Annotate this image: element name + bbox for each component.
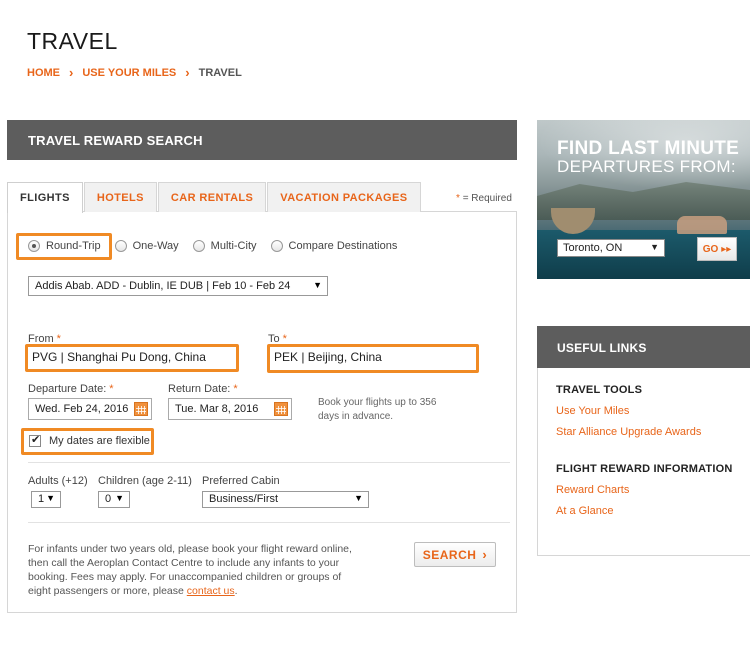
trip-type-one-way[interactable]: One-Way <box>114 240 179 252</box>
cabin-label: Preferred Cabin <box>202 475 280 487</box>
flight-reward-info-title: FLIGHT REWARD INFORMATION <box>556 463 733 475</box>
breadcrumb: HOME › USE YOUR MILES › TRAVEL <box>27 66 242 79</box>
breadcrumb-use-your-miles[interactable]: USE YOUR MILES <box>82 67 176 79</box>
adults-value: 1 <box>38 493 45 505</box>
link-reward-charts[interactable]: Reward Charts <box>556 484 629 496</box>
search-panel-header: TRAVEL REWARD SEARCH <box>7 120 517 160</box>
link-star-alliance-upgrade-awards[interactable]: Star Alliance Upgrade Awards <box>556 426 701 438</box>
breadcrumb-current: TRAVEL <box>198 66 242 79</box>
double-chevron-right-icon: ▸▸ <box>721 243 732 255</box>
promo-people <box>677 216 727 234</box>
dropdown-arrow-icon: ▼ <box>650 242 659 252</box>
required-star: * <box>233 383 238 395</box>
departure-label: Departure Date: * <box>28 383 114 395</box>
departure-label-text: Departure Date: <box>28 383 107 395</box>
dropdown-arrow-icon: ▼ <box>313 280 322 290</box>
divider <box>28 462 510 463</box>
promo-title: FIND LAST MINUTE <box>557 138 740 159</box>
dropdown-arrow-icon: ▼ <box>115 493 124 503</box>
trip-type-label: Multi-City <box>210 240 257 252</box>
adults-label: Adults (+12) <box>28 475 88 487</box>
dropdown-arrow-icon: ▼ <box>354 493 363 503</box>
infant-note: For infants under two years old, please … <box>28 542 358 598</box>
contact-us-link[interactable]: contact us <box>187 585 235 597</box>
search-button[interactable]: SEARCH › <box>414 542 496 567</box>
divider <box>28 522 510 523</box>
chevron-right-icon: › <box>482 547 488 562</box>
children-value: 0 <box>105 493 112 505</box>
flexible-dates-highlight <box>21 428 154 455</box>
breadcrumb-separator-icon: › <box>185 65 190 80</box>
advance-booking-note: Book your flights up to 356 days in adva… <box>318 397 437 422</box>
return-label-text: Return Date: <box>168 383 231 395</box>
children-label: Children (age 2-11) <box>98 475 192 487</box>
required-star: * <box>456 193 460 204</box>
return-label: Return Date: * <box>168 383 238 395</box>
cabin-value: Business/First <box>209 493 279 505</box>
recent-search-select[interactable]: Addis Abab. ADD - Dublin, IE DUB | Feb 1… <box>28 276 328 296</box>
recent-search-value: Addis Abab. ADD - Dublin, IE DUB | Feb 1… <box>35 280 291 292</box>
cabin-select[interactable]: Business/First ▼ <box>202 491 369 508</box>
tab-flights[interactable]: FLIGHTS <box>7 182 83 213</box>
travel-tools-title: TRAVEL TOOLS <box>556 384 643 396</box>
children-select[interactable]: 0 ▼ <box>98 491 130 508</box>
go-button[interactable]: GO ▸▸ <box>697 237 737 261</box>
useful-links-header: USEFUL LINKS <box>537 326 750 368</box>
radio-icon[interactable] <box>114 240 127 252</box>
trip-type-label: One-Way <box>132 240 179 252</box>
tab-vacation-packages[interactable]: VACATION PACKAGES <box>267 182 421 212</box>
tab-hotels[interactable]: HOTELS <box>83 182 157 212</box>
required-note-text: = Required <box>462 193 512 204</box>
trip-type-label: Compare Destinations <box>288 240 398 252</box>
trip-type-multi-city[interactable]: Multi-City <box>192 240 257 252</box>
to-highlight <box>267 344 479 373</box>
tab-bar: FLIGHTS HOTELS CAR RENTALS VACATION PACK… <box>7 182 422 213</box>
required-note: * = Required <box>456 193 512 204</box>
link-use-your-miles[interactable]: Use Your Miles <box>556 405 629 417</box>
calendar-icon[interactable] <box>134 402 148 416</box>
tab-car-rentals[interactable]: CAR RENTALS <box>157 182 267 212</box>
departure-city-value: Toronto, ON <box>563 242 623 254</box>
search-button-label: SEARCH <box>422 547 477 562</box>
breadcrumb-separator-icon: › <box>69 65 74 80</box>
go-button-label: GO <box>702 243 719 255</box>
adults-select[interactable]: 1 ▼ <box>31 491 61 508</box>
breadcrumb-home[interactable]: HOME <box>27 67 60 79</box>
promo-subtitle: DEPARTURES FROM: <box>557 157 736 176</box>
page-title: TRAVEL <box>27 28 118 54</box>
infant-note-end: . <box>234 585 238 597</box>
departure-city-select[interactable]: Toronto, ON ▼ <box>557 239 665 257</box>
link-at-a-glance[interactable]: At a Glance <box>556 505 613 517</box>
radio-icon[interactable] <box>270 240 283 252</box>
calendar-icon[interactable] <box>274 402 288 416</box>
trip-type-compare-destinations[interactable]: Compare Destinations <box>270 240 398 252</box>
from-highlight <box>25 344 239 372</box>
radio-icon[interactable] <box>192 240 205 252</box>
dropdown-arrow-icon: ▼ <box>46 493 55 503</box>
round-trip-highlight <box>16 233 112 260</box>
required-star: * <box>109 383 114 395</box>
